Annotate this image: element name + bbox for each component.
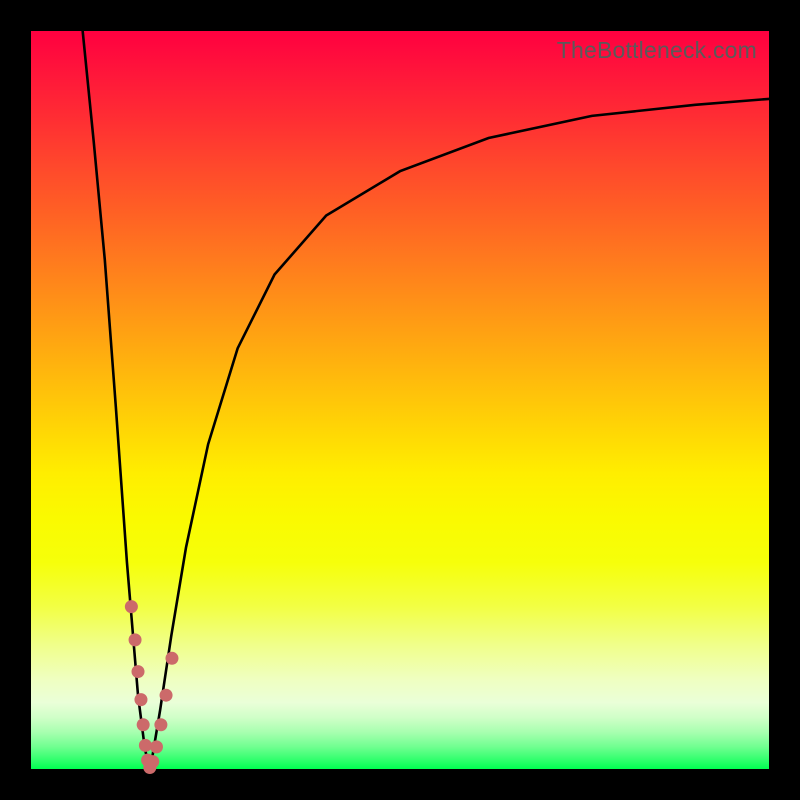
chart-plot-area: TheBottleneck.com [31,31,769,769]
dot [146,755,159,768]
dot [125,600,138,613]
dot [139,739,152,752]
chart-frame: TheBottleneck.com [0,0,800,800]
dot [165,652,178,665]
dot [160,689,173,702]
chart-svg [31,31,769,769]
dot [150,740,163,753]
curve-right [150,99,769,769]
dot [134,693,147,706]
curve-left [83,31,150,769]
dot [129,633,142,646]
dot [154,718,167,731]
dot [132,665,145,678]
dot [137,718,150,731]
